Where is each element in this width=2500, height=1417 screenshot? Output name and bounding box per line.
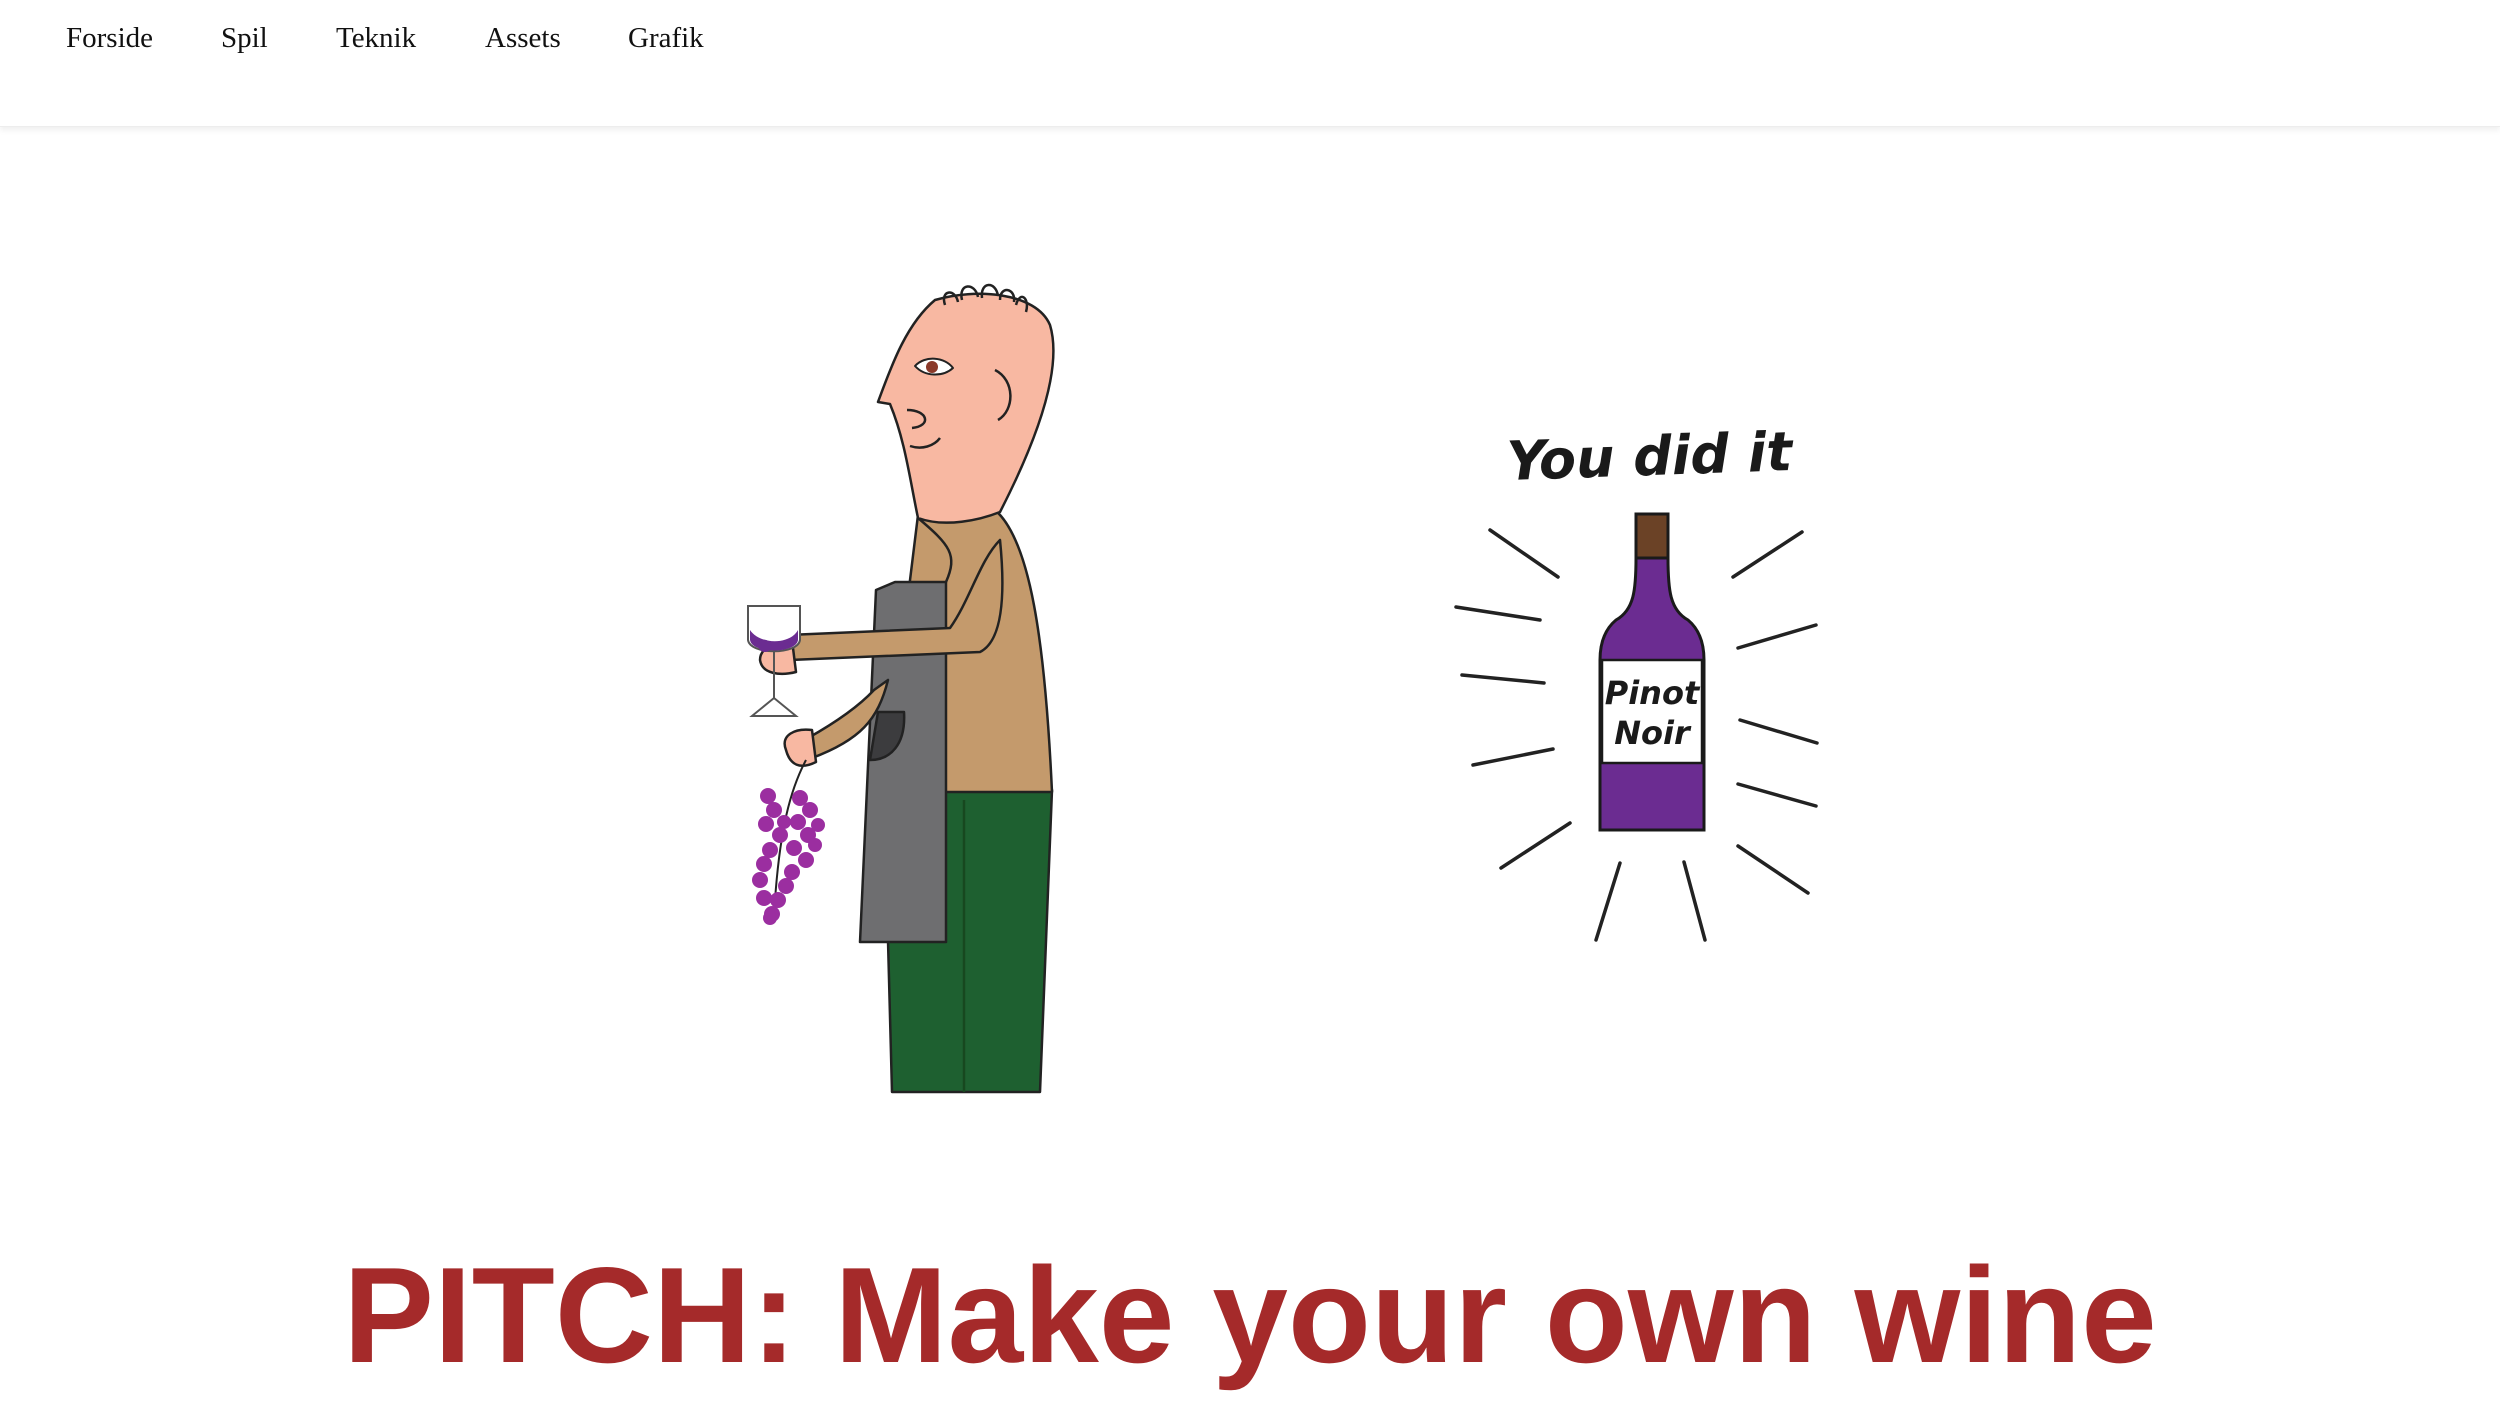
bottle-label-line2: Noir: [1614, 714, 1692, 752]
nav-link-forside[interactable]: Forside: [66, 18, 153, 58]
nav-link-assets[interactable]: Assets: [485, 18, 561, 58]
nav-link-teknik[interactable]: Teknik: [336, 18, 416, 58]
bottle-label-line1: Pinot: [1605, 674, 1701, 712]
top-navigation: Forside Spil Teknik Assets Grafik: [0, 0, 2500, 127]
bottle-cork: [1634, 512, 1670, 560]
hero-illustration: You did it Pinot Noir: [747, 283, 1819, 1094]
nav-link-grafik[interactable]: Grafik: [628, 18, 704, 58]
grape-bunch: [752, 759, 825, 925]
winemaker-character: [758, 283, 1055, 1094]
head: [876, 292, 1055, 524]
caption-you-did-it: You did it: [1506, 420, 1796, 493]
page-title: PITCH: Make your own wine: [343, 1239, 2157, 1391]
wine-bottle: You did it Pinot Noir: [1454, 420, 1819, 942]
nav-link-spil[interactable]: Spil: [221, 18, 268, 58]
